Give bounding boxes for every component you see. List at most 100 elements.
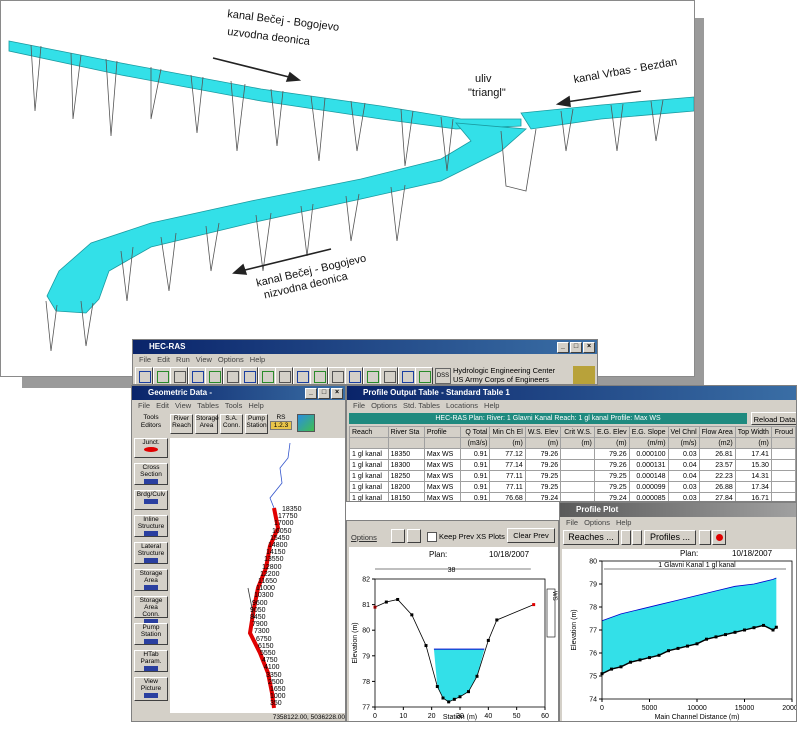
table-cell[interactable]: River Sta	[387, 426, 425, 438]
table-cell[interactable]: (m/m)	[628, 437, 669, 449]
table-cell[interactable]: (m)	[524, 437, 562, 449]
profile-plot-window[interactable]: Profile Plot File Options Help Reaches ...…	[559, 502, 797, 722]
maximize-icon[interactable]: □	[570, 342, 582, 353]
profile-output-window[interactable]: Profile Output Table - Standard Table 1 …	[346, 385, 797, 502]
save-icon[interactable]	[152, 367, 171, 384]
table-cell[interactable]: E.G. Elev	[593, 426, 630, 438]
table-cell[interactable]: Crit W.S.	[560, 426, 595, 438]
xs-plot-icon[interactable]	[292, 367, 311, 384]
reaches-button[interactable]: Reaches ...	[563, 530, 619, 545]
toolbar-sa-button[interactable]: S.A. Conn.	[220, 414, 243, 434]
quality-icon[interactable]	[257, 367, 276, 384]
record-icon[interactable]	[712, 530, 726, 545]
detailed-table-icon[interactable]	[380, 367, 398, 384]
table-cell[interactable]: (m)	[489, 437, 526, 449]
table-cell[interactable]: Top Width	[734, 426, 772, 438]
table-cell[interactable]: (m/s)	[667, 437, 700, 449]
minimize-icon[interactable]: _	[557, 342, 569, 353]
table-cell[interactable]	[349, 437, 389, 449]
menu-help[interactable]: Help	[616, 518, 631, 527]
up-arrow-icon[interactable]	[632, 530, 642, 545]
copy-icon[interactable]	[391, 529, 405, 543]
play-icon[interactable]	[699, 530, 711, 545]
menu-help[interactable]: Help	[248, 401, 263, 410]
table-cell[interactable]: W.S. Elev	[524, 426, 562, 438]
toolbar-pump-button[interactable]: Pump Station	[245, 414, 268, 434]
hecras-main-window[interactable]: HEC-RAS _ □ × File Edit Run View Options Help D…	[132, 339, 598, 385]
table-cell[interactable]: Vel Chnl	[667, 426, 700, 438]
menu-file[interactable]: File	[566, 518, 578, 527]
close-icon[interactable]: ×	[583, 342, 595, 353]
table-cell[interactable]: E.G. Slope	[628, 426, 669, 438]
dss-button[interactable]: DSS	[435, 368, 451, 384]
table-cell[interactable]: Q Total	[459, 426, 491, 438]
menu-tables[interactable]: Tables	[197, 401, 219, 410]
profile-table-icon[interactable]	[397, 367, 416, 384]
menu-file[interactable]: File	[138, 401, 150, 410]
sediment-icon[interactable]	[240, 367, 258, 384]
editor-htabparam-button[interactable]: HTab Param.	[134, 650, 168, 672]
table-cell[interactable]: Froud	[770, 426, 796, 438]
editor-junct-button[interactable]: Junct.	[134, 438, 168, 458]
xyz-plot-icon[interactable]	[345, 367, 363, 384]
table-cell[interactable]: (m3/s)	[459, 437, 491, 449]
geometric-data-window[interactable]: Geometric Data - _ □ × File Edit View Tables T…	[131, 385, 346, 722]
rs-button[interactable]: RS 1.2.3	[270, 414, 292, 434]
reload-data-button[interactable]: Reload Data	[751, 412, 796, 425]
schematic-canvas[interactable]: 18350 17750 17000 16050 15450 14800 14150 13550…	[170, 438, 345, 713]
clear-prev-button[interactable]: Clear Prev	[507, 528, 555, 543]
minimize-icon[interactable]: _	[305, 388, 317, 399]
table-cell[interactable]: (m2)	[698, 437, 736, 449]
maximize-icon[interactable]: □	[318, 388, 330, 399]
editor-crosssection-button[interactable]: Cross Section	[134, 463, 168, 485]
hecras-window-buttons[interactable]: _ □ ×	[557, 342, 595, 353]
table-cell[interactable]	[770, 437, 796, 449]
menu-view[interactable]: View	[175, 401, 191, 410]
table-cell[interactable]: (m)	[593, 437, 630, 449]
menu-file[interactable]: File	[139, 355, 151, 364]
table-cell[interactable]	[423, 437, 461, 449]
print-icon[interactable]	[407, 529, 421, 543]
editor-viewpicture-button[interactable]: View Picture	[134, 677, 168, 701]
editor-inlinestructure-button[interactable]: Inline Structure	[134, 515, 168, 537]
menu-run[interactable]: Run	[176, 355, 190, 364]
editor-storagearea-button[interactable]: Storage Area	[134, 569, 168, 591]
editor-pumpstation-button[interactable]: Pump Station	[134, 623, 168, 645]
keep-prev-checkbox[interactable]	[427, 532, 437, 542]
table-cell[interactable]: Reach	[349, 426, 389, 438]
menu-options[interactable]: Options	[584, 518, 610, 527]
table-cell[interactable]: Min Ch El	[489, 426, 526, 438]
down-arrow-icon[interactable]	[621, 530, 631, 545]
hydraulic-design-icon[interactable]	[275, 367, 293, 384]
editor-lateralstructure-button[interactable]: Lateral Structure	[134, 542, 168, 564]
menu-options[interactable]: Options	[371, 401, 397, 410]
menu-edit[interactable]: Edit	[156, 401, 169, 410]
cross-section-window[interactable]: Options Keep Prev XS Plots Clear Prev Pl…	[346, 520, 559, 722]
profile-plot-icon[interactable]	[310, 367, 328, 384]
menu-help[interactable]: Help	[484, 401, 499, 410]
menu-help[interactable]: Help	[250, 355, 265, 364]
menu-options[interactable]: Options	[218, 355, 244, 364]
schematic-svg[interactable]	[170, 438, 345, 713]
table-cell[interactable]	[387, 437, 425, 449]
rating-curve-icon[interactable]	[327, 367, 346, 384]
editor-brdgculv-button[interactable]: Brdg/Culv	[134, 490, 168, 510]
menu-locations[interactable]: Locations	[446, 401, 478, 410]
menu-std-tables[interactable]: Std. Tables	[403, 401, 440, 410]
geometry-icon[interactable]	[170, 367, 188, 384]
open-icon[interactable]	[135, 367, 153, 384]
summary-icon[interactable]	[415, 367, 433, 384]
menu-view[interactable]: View	[196, 355, 212, 364]
profiles-button[interactable]: Profiles ...	[644, 530, 696, 545]
unsteady-icon[interactable]	[205, 367, 223, 384]
options-menu[interactable]: Options	[351, 533, 377, 542]
table-cell[interactable]: Flow Area	[698, 426, 736, 438]
menu-tools[interactable]: Tools	[225, 401, 243, 410]
toolbar-river-button[interactable]: River Reach	[170, 414, 193, 434]
flow-icon[interactable]	[187, 367, 206, 384]
table-cell[interactable]: (m)	[734, 437, 772, 449]
editor-storageareaconn-button[interactable]: Storage Area Conn.	[134, 596, 168, 624]
menu-edit[interactable]: Edit	[157, 355, 170, 364]
toolbar-storage-button[interactable]: Storage Area	[195, 414, 219, 434]
steady-icon[interactable]	[222, 367, 241, 384]
